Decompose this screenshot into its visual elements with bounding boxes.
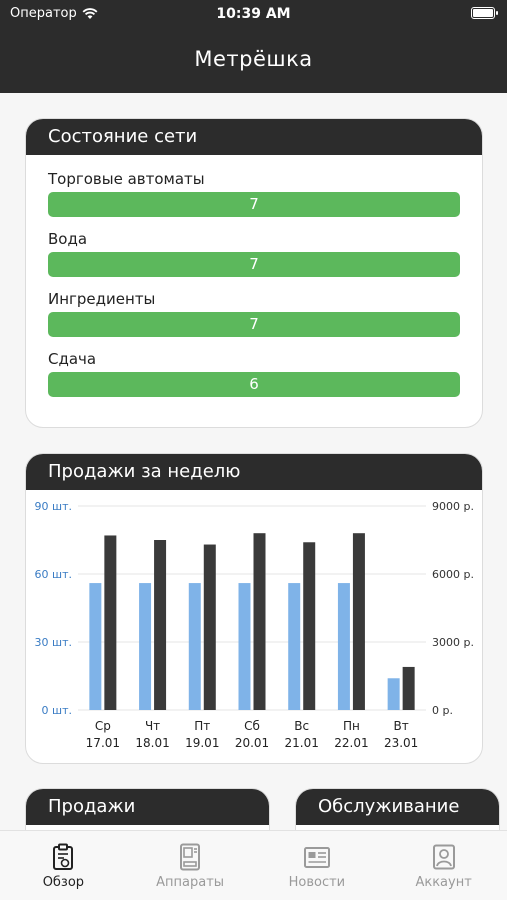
network-row-label: Вода [48, 230, 88, 248]
page-title: Метрёшка [194, 47, 313, 71]
chart-bar [104, 535, 117, 710]
right-tick-label: 0 р. [432, 704, 453, 717]
battery-icon [471, 7, 498, 19]
tab-news[interactable]: Новости [254, 831, 381, 900]
x-tick-day: Чт [145, 719, 160, 733]
network-row-bar: 7 [48, 252, 460, 277]
x-tick-date: 17.01 [86, 736, 120, 750]
network-row-water[interactable]: Вода 7 [48, 229, 460, 277]
x-tick-day: Сб [244, 719, 260, 733]
x-tick-day: Вс [294, 719, 309, 733]
chart-bar [253, 533, 266, 710]
network-status-title: Состояние сети [26, 119, 482, 155]
network-row-label: Ингредиенты [48, 290, 156, 308]
status-time: 10:39 AM [216, 6, 291, 22]
tab-label: Аккаунт [415, 875, 472, 890]
sales-card-title: Продажи [26, 789, 269, 825]
weekly-sales-title: Продажи за неделю [26, 454, 482, 490]
x-tick-date: 19.01 [185, 736, 219, 750]
left-tick-label: 30 шт. [35, 636, 72, 649]
left-tick-label: 60 шт. [35, 568, 72, 581]
chart-bar [139, 583, 152, 710]
tab-bar: Обзор Аппараты Новости Аккаунт [0, 830, 507, 900]
x-tick-date: 18.01 [135, 736, 169, 750]
status-bar: Оператор 10:39 AM [0, 0, 507, 28]
network-row-bar: 7 [48, 192, 460, 217]
network-row-bar: 7 [48, 312, 460, 337]
chart-bar [203, 544, 216, 710]
network-row-label: Сдача [48, 350, 97, 368]
chart-bar [337, 583, 350, 710]
x-tick-day: Пт [194, 719, 210, 733]
weekly-sales-card: Продажи за неделю 0 шт. 0 р. 30 шт. 3000 р.… [25, 453, 483, 764]
right-tick-label: 9000 р. [432, 500, 474, 513]
chart-bar [303, 542, 316, 710]
tab-label: Обзор [42, 875, 85, 890]
chart-bar [188, 583, 201, 710]
right-tick-label: 6000 р. [432, 568, 474, 581]
x-tick-day: Вт [394, 719, 409, 733]
chart-bar [352, 533, 365, 710]
x-tick-date: 20.01 [235, 736, 269, 750]
tab-label: Аппараты [156, 875, 225, 890]
weekly-sales-chart: 0 шт. 0 р. 30 шт. 3000 р. 60 шт. 6000 р. 90 шт… [35, 500, 474, 750]
chart-bar [288, 583, 301, 710]
network-status-card: Состояние сети Торговые автоматы 7 Вода … [25, 118, 483, 428]
service-card-title: Обслуживание [296, 789, 499, 825]
right-tick-label: 3000 р. [432, 636, 474, 649]
tab-label: Новости [288, 875, 346, 890]
network-row-vending[interactable]: Торговые автоматы 7 [48, 169, 460, 217]
x-tick-day: Ср [95, 719, 111, 733]
network-row-ingredients[interactable]: Ингредиенты 7 [48, 289, 460, 337]
chart-bar [238, 583, 251, 710]
left-tick-label: 90 шт. [35, 500, 72, 513]
top-bar: Оператор 10:39 AM Метрёшка [0, 0, 507, 93]
tab-account[interactable]: Аккаунт [380, 831, 507, 900]
x-tick-date: 22.01 [334, 736, 368, 750]
network-row-bar: 6 [48, 372, 460, 397]
overview-icon [53, 843, 74, 870]
chart-bar [89, 583, 102, 710]
machines-icon [180, 843, 201, 871]
x-tick-date: 23.01 [384, 736, 418, 750]
network-row-change[interactable]: Сдача 6 [48, 349, 460, 397]
x-tick-day: Пн [343, 719, 360, 733]
left-tick-label: 0 шт. [42, 704, 72, 717]
chart-bar [387, 678, 400, 710]
chart-bar [402, 666, 415, 710]
tab-machines[interactable]: Аппараты [127, 831, 254, 900]
chart-bar [154, 540, 167, 710]
account-icon [432, 844, 455, 870]
x-tick-date: 21.01 [285, 736, 319, 750]
tab-overview[interactable]: Обзор [0, 831, 127, 900]
network-row-label: Торговые автоматы [48, 170, 205, 188]
news-icon [303, 847, 330, 868]
